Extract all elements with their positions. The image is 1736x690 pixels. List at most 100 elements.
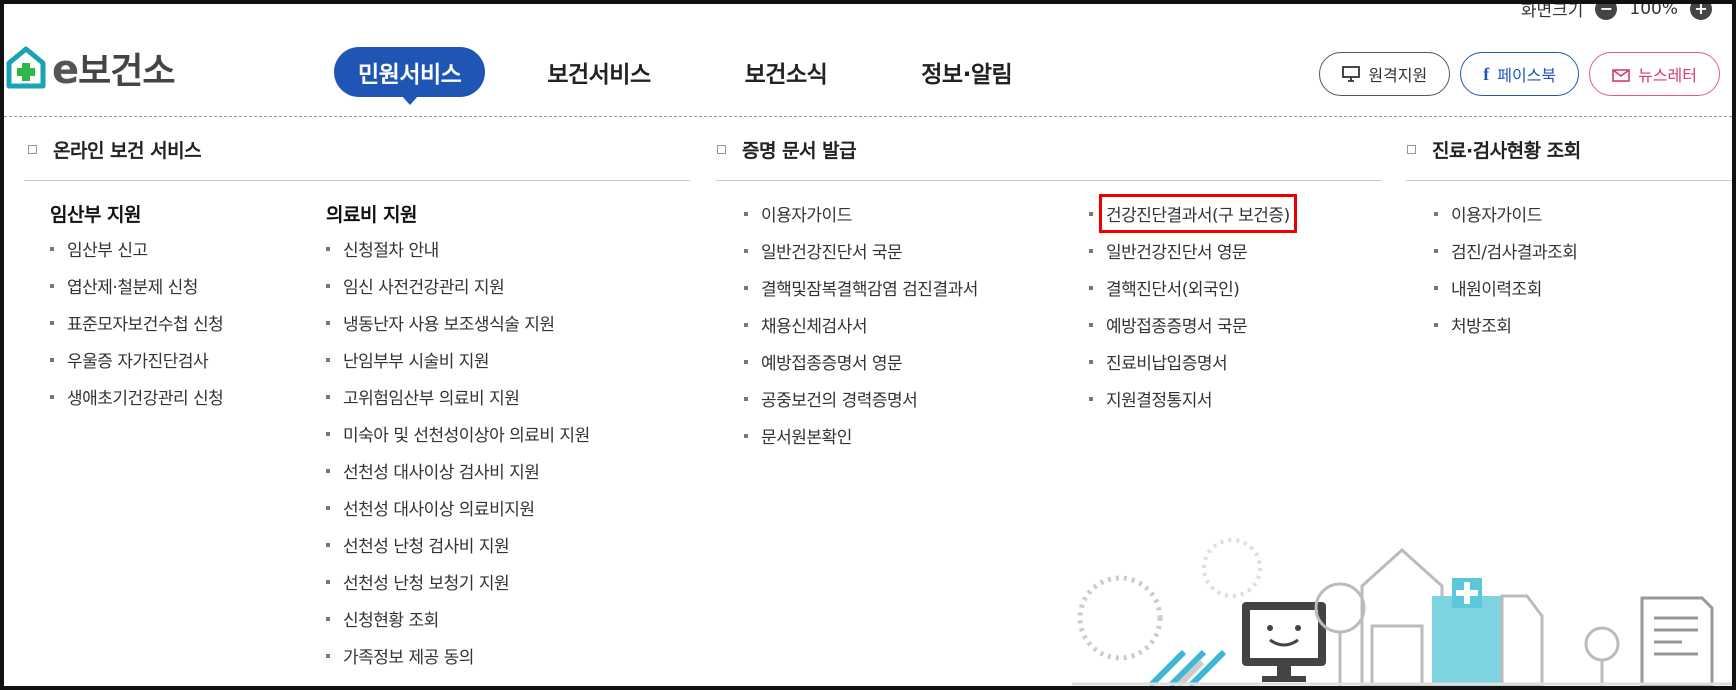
column-certs-2: 건강진단결과서(구 보건증) 일반건강진단서 영문결핵진단서(외국인) 예방접종증명… [1089, 194, 1297, 417]
menu-item[interactable]: 선천성 난청 검사비 지원 [326, 526, 590, 563]
menu-item[interactable]: 결핵진단서(외국인) [1089, 269, 1297, 306]
menu-item[interactable]: 이용자가이드 [744, 195, 978, 232]
menu-item-label: 문서원본확인 [761, 428, 852, 448]
menu-item-label: 미숙아 및 선천성이상아 의료비 지원 [343, 426, 590, 446]
column-certs-1: 이용자가이드일반건강진단서 국문결핵및잠복결핵감염 검진결과서채용신체검사서예방… [744, 195, 978, 454]
menu-item[interactable]: 엽산제·철분제 신청 [50, 267, 223, 304]
menu-item[interactable]: 공중보건의 경력증명서 [744, 380, 978, 417]
bullet-icon [744, 248, 748, 253]
menu-item-label: 채용신체검사서 [761, 317, 867, 337]
bullet-icon [326, 505, 330, 510]
facebook-icon: f [1483, 63, 1490, 84]
menu-item[interactable]: 가족정보 제공 동의 [326, 637, 590, 674]
menu-item-label: 검진/검사결과조회 [1451, 243, 1578, 263]
logo-e: e [52, 47, 79, 93]
menu-item[interactable]: 선천성 난청 보청기 지원 [326, 563, 590, 600]
menu-list: 이용자가이드일반건강진단서 국문결핵및잠복결핵감염 검진결과서채용신체검사서예방… [744, 195, 978, 454]
bullet-icon [1089, 322, 1093, 327]
newsletter-button[interactable]: 뉴스레터 [1589, 52, 1720, 96]
menu-item[interactable]: 문서원본확인 [744, 417, 978, 454]
nav-health-news[interactable]: 보건소식 [723, 47, 850, 97]
bullet-icon [50, 246, 54, 251]
bullet-icon [1089, 248, 1093, 253]
newsletter-label: 뉴스레터 [1638, 66, 1697, 85]
menu-item-label: 진료비납입증명서 [1106, 354, 1228, 374]
menu-item[interactable]: 우울증 자가진단검사 [50, 341, 223, 378]
bullet-icon [326, 320, 330, 325]
bullet-icon [744, 322, 748, 327]
menu-item[interactable]: 선천성 대사이상 검사비 지원 [326, 452, 590, 489]
square-bullet-icon [717, 144, 726, 154]
menu-item[interactable]: 채용신체검사서 [744, 306, 978, 343]
menu-item[interactable]: 이용자가이드 [1434, 195, 1577, 232]
bullet-icon [744, 396, 748, 401]
menu-item[interactable]: 고위험임산부 의료비 지원 [326, 378, 590, 415]
remote-support-button[interactable]: 원격지원 [1319, 52, 1451, 96]
menu-item[interactable]: 건강진단결과서(구 보건증) [1089, 194, 1297, 233]
bullet-icon [1434, 248, 1438, 253]
menu-item[interactable]: 결핵및잠복결핵감염 검진결과서 [744, 269, 978, 306]
menu-item-label: 신청현황 조회 [343, 611, 439, 631]
menu-item[interactable]: 지원결정통지서 [1089, 380, 1297, 417]
nav-civil-service[interactable]: 민원서비스 [334, 47, 486, 105]
menu-item[interactable]: 선천성 대사이상 의료비지원 [326, 489, 590, 526]
menu-item[interactable]: 일반건강진단서 국문 [744, 232, 978, 269]
menu-item-label: 결핵진단서(외국인) [1106, 280, 1240, 300]
bullet-icon [326, 394, 330, 399]
menu-item-label: 고위험임산부 의료비 지원 [343, 389, 520, 409]
menu-item[interactable]: 진료비납입증명서 [1089, 343, 1297, 380]
nav-health-service[interactable]: 보건서비스 [525, 47, 672, 97]
bullet-icon [1089, 285, 1093, 290]
menu-item-label: 생애초기건강관리 신청 [67, 389, 224, 409]
site-logo[interactable]: e보건소 [6, 42, 176, 94]
menu-item-label: 처방조회 [1451, 317, 1512, 337]
column-status: 이용자가이드검진/검사결과조회내원이력조회처방조회 [1434, 195, 1578, 343]
remote-support-label: 원격지원 [1368, 66, 1428, 85]
city-illustration [1072, 538, 1732, 686]
bullet-icon [326, 616, 330, 621]
menu-item-label: 난임부부 시술비 지원 [343, 352, 490, 372]
menu-item[interactable]: 신청현황 조회 [326, 600, 590, 637]
monitor-icon [1342, 66, 1361, 82]
menu-item[interactable]: 검진/검사결과조회 [1434, 232, 1578, 269]
menu-item-label: 결핵및잠복결핵감염 검진결과서 [761, 280, 978, 300]
menu-item[interactable]: 임신 사전건강관리 지원 [326, 267, 590, 304]
menu-item[interactable]: 생애초기건강관리 신청 [50, 378, 224, 415]
bullet-icon [326, 653, 330, 658]
menu-item[interactable]: 표준모자보건수첩 신청 [50, 304, 224, 341]
menu-item[interactable]: 신청절차 안내 [326, 230, 590, 267]
menu-list: 건강진단결과서(구 보건증) 일반건강진단서 영문결핵진단서(외국인) 예방접종증명… [1089, 194, 1297, 417]
menu-item[interactable]: 내원이력조회 [1434, 269, 1577, 306]
menu-list: 이용자가이드검진/검사결과조회내원이력조회처방조회 [1434, 195, 1578, 343]
menu-item[interactable]: 미숙아 및 선천성이상아 의료비 지원 [326, 415, 590, 452]
nav-info-notice[interactable]: 정보·알림 [899, 47, 1034, 97]
bullet-icon [326, 246, 330, 251]
section-rule [24, 180, 690, 181]
bullet-icon [50, 320, 54, 325]
menu-item-label: 예방접종증명서 국문 [1106, 317, 1248, 337]
menu-item[interactable]: 예방접종증명서 국문 [1089, 306, 1297, 343]
menu-item-label: 예방접종증명서 영문 [761, 354, 903, 374]
menu-item-label: 이용자가이드 [761, 206, 852, 226]
bullet-icon [1089, 396, 1093, 401]
header-divider [4, 116, 1732, 117]
bullet-icon [50, 357, 54, 362]
bullet-icon [50, 283, 54, 288]
menu-item-label: 일반건강진단서 국문 [761, 243, 903, 263]
menu-item-label: 표준모자보건수첩 신청 [67, 315, 224, 335]
section-title: 온라인 보건 서비스 [28, 134, 202, 164]
menu-item-label: 선천성 대사이상 의료비지원 [343, 500, 535, 520]
menu-item[interactable]: 처방조회 [1434, 306, 1577, 343]
menu-item-label: 신청절차 안내 [343, 241, 439, 261]
newsletter-icon [1612, 69, 1630, 82]
menu-item[interactable]: 냉동난자 사용 보조생식술 지원 [326, 304, 590, 341]
menu-item[interactable]: 임산부 신고 [50, 230, 223, 267]
square-bullet-icon [1407, 144, 1416, 154]
menu-item-label: 선천성 대사이상 검사비 지원 [343, 463, 540, 483]
facebook-button[interactable]: f 페이스북 [1460, 52, 1580, 96]
bullet-icon [1089, 211, 1093, 216]
menu-item[interactable]: 예방접종증명서 영문 [744, 343, 978, 380]
menu-item[interactable]: 난임부부 시술비 지원 [326, 341, 590, 378]
menu-item-label: 지원결정통지서 [1106, 391, 1212, 411]
menu-item[interactable]: 일반건강진단서 영문 [1089, 232, 1297, 269]
